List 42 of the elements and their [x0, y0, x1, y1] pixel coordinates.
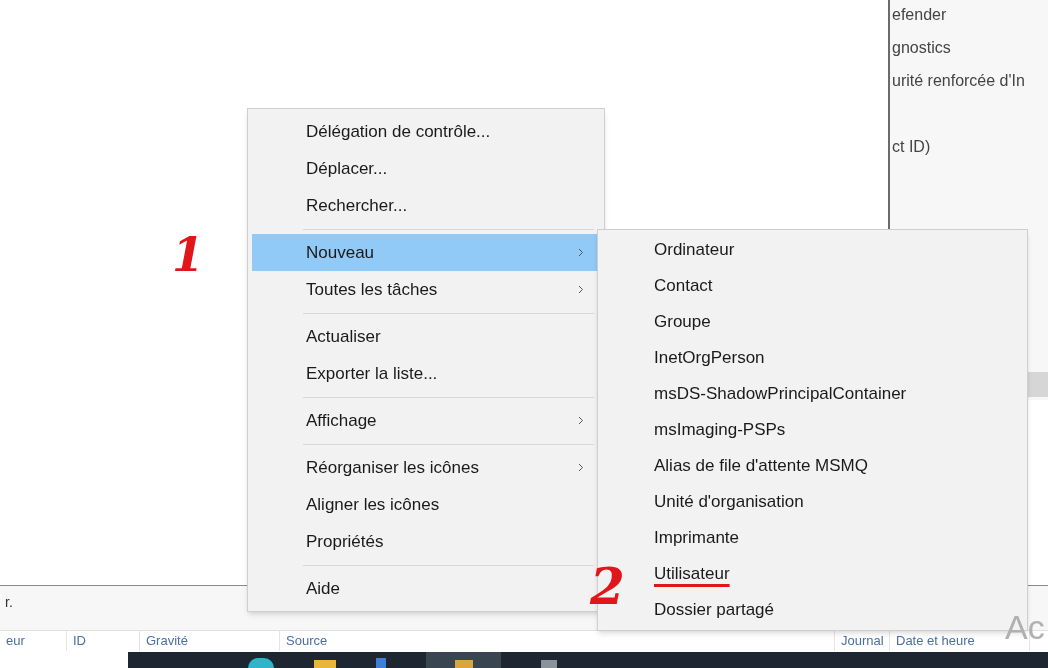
menu-item[interactable]: Rechercher... — [252, 187, 600, 224]
menu-item[interactable]: Dossier partagé — [638, 592, 995, 628]
menu-item[interactable]: Affichage — [252, 402, 600, 439]
menu-item[interactable]: Aligner les icônes — [252, 486, 600, 523]
chevron-right-icon — [578, 285, 584, 294]
watermark-text: Ac — [1005, 610, 1045, 644]
menu-item[interactable]: Propriétés — [252, 523, 600, 560]
menu-item[interactable]: Unité d'organisation — [638, 484, 995, 520]
chevron-right-icon — [578, 248, 584, 257]
panel-text: efender — [892, 6, 947, 23]
column-header[interactable]: eur — [6, 631, 25, 651]
menu-item[interactable]: Toutes les tâches — [252, 271, 600, 308]
annotation-number: 2 — [590, 562, 625, 612]
menu-item[interactable]: Délégation de contrôle... — [252, 113, 600, 150]
column-header[interactable]: Journal — [841, 631, 884, 651]
chevron-right-icon — [578, 416, 584, 425]
menu-item[interactable]: Contact — [638, 268, 995, 304]
column-header[interactable]: ID — [73, 631, 86, 651]
menu-item[interactable]: InetOrgPerson — [638, 340, 995, 376]
menu-item[interactable]: Actualiser — [252, 318, 600, 355]
menu-item[interactable]: Nouveau — [252, 234, 600, 271]
menu-item[interactable]: Ordinateur — [638, 232, 995, 268]
menu-item[interactable]: Exporter la liste... — [252, 355, 600, 392]
menu-item[interactable]: Groupe — [638, 304, 995, 340]
menu-item[interactable]: Déplacer... — [252, 150, 600, 187]
folder-icon[interactable] — [314, 660, 336, 668]
annotation-number: 1 — [172, 232, 204, 278]
column-header[interactable]: Gravité — [146, 631, 188, 651]
menu-item[interactable]: msDS-ShadowPrincipalContainer — [638, 376, 995, 412]
status-text: r. — [5, 594, 13, 610]
menu-item[interactable]: Imprimante — [638, 520, 995, 556]
panel-text: gnostics — [892, 39, 951, 56]
chevron-right-icon — [578, 463, 584, 472]
column-header[interactable]: Date et heure — [896, 631, 975, 651]
panel-text: urité renforcée d'In — [892, 72, 1025, 89]
menu-item[interactable]: msImaging-PSPs — [638, 412, 995, 448]
panel-text: ct ID) — [892, 138, 931, 155]
menu-item[interactable]: Utilisateur — [638, 556, 995, 592]
active-taskbar-item[interactable] — [426, 652, 501, 668]
column-header[interactable]: Source — [286, 631, 328, 651]
menu-item[interactable]: Alias de file d'attente MSMQ — [638, 448, 995, 484]
menu-item[interactable]: Réorganiser les icônes — [252, 449, 600, 486]
